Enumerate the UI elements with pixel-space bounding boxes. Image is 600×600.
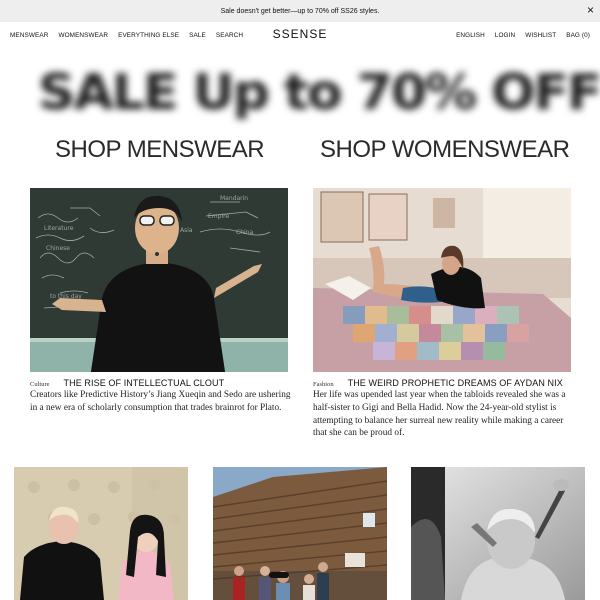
article-title[interactable]: THE WEIRD PROPHETIC DREAMS OF AYDAN NIX [348, 378, 563, 388]
nav-search[interactable]: SEARCH [216, 32, 243, 39]
nav-language[interactable]: ENGLISH [456, 32, 485, 39]
nav-wishlist[interactable]: WISHLIST [525, 32, 556, 39]
svg-text:Empire: Empire [208, 213, 229, 220]
article-blurb: Her life was upended last year when the … [313, 390, 566, 439]
article-image-intellectual-clout[interactable]: Mandarin Empire China Asia Literature Chine… [30, 188, 288, 372]
close-icon[interactable]: × [587, 3, 594, 17]
top-nav: MENSWEAR WOMENSWEAR EVERYTHING ELSE SALE… [0, 22, 600, 48]
nav-menswear[interactable]: MENSWEAR [10, 32, 48, 39]
sale-hero-text: SALE Up to 70% OFF [38, 64, 600, 122]
couple-illustration [14, 467, 188, 600]
nav-bag[interactable]: BAG (0) [566, 32, 590, 39]
article-image-aydan-nix[interactable] [313, 188, 571, 372]
site-logo[interactable]: SSENSE [273, 27, 328, 41]
svg-text:Literature: Literature [44, 225, 74, 232]
svg-text:Asia: Asia [180, 227, 193, 234]
article-header-row: Culture THE RISE OF INTELLECTUAL CLOUT [30, 378, 292, 388]
lecturer-illustration: Mandarin Empire China Asia Literature Chine… [30, 188, 288, 372]
svg-text:Chinese: Chinese [46, 245, 70, 252]
building-illustration [213, 467, 387, 600]
shop-womenswear-link[interactable]: SHOP WOMENSWEAR [320, 136, 570, 164]
svg-text:China: China [236, 229, 253, 236]
article-title[interactable]: THE RISE OF INTELLECTUAL CLOUT [64, 378, 225, 388]
article-category[interactable]: Fashion [313, 381, 334, 388]
bedroom-illustration [313, 188, 571, 372]
nav-right: ENGLISH LOGIN WISHLIST BAG (0) [456, 32, 590, 39]
shop-menswear-link[interactable]: SHOP MENSWEAR [55, 136, 265, 164]
article-image-wooden-building[interactable] [213, 467, 387, 600]
article-image-makeup[interactable] [411, 467, 585, 600]
nav-womenswear[interactable]: WOMENSWEAR [58, 32, 108, 39]
article-caption-aydan-nix: Fashion THE WEIRD PROPHETIC DREAMS OF AY… [313, 378, 575, 440]
makeup-illustration [411, 467, 585, 600]
article-header-row: Fashion THE WEIRD PROPHETIC DREAMS OF AY… [313, 378, 575, 388]
nav-everything-else[interactable]: EVERYTHING ELSE [118, 32, 179, 39]
promo-banner-text[interactable]: Sale doesn't get better—up to 70% off SS… [221, 8, 380, 15]
svg-text:Mandarin: Mandarin [220, 195, 248, 202]
nav-login[interactable]: LOGIN [495, 32, 515, 39]
article-category[interactable]: Culture [30, 381, 50, 388]
nav-sale[interactable]: SALE [189, 32, 206, 39]
article-blurb: Creators like Predictive History’s Jiang… [30, 390, 291, 413]
sale-hero[interactable]: SALE Up to 70% OFF [0, 55, 600, 135]
promo-banner[interactable]: Sale doesn't get better—up to 70% off SS… [0, 0, 600, 22]
article-caption-intellectual-clout: Culture THE RISE OF INTELLECTUAL CLOUT C… [30, 378, 292, 415]
article-image-couple[interactable] [14, 467, 188, 600]
nav-left: MENSWEAR WOMENSWEAR EVERYTHING ELSE SALE… [10, 32, 243, 39]
